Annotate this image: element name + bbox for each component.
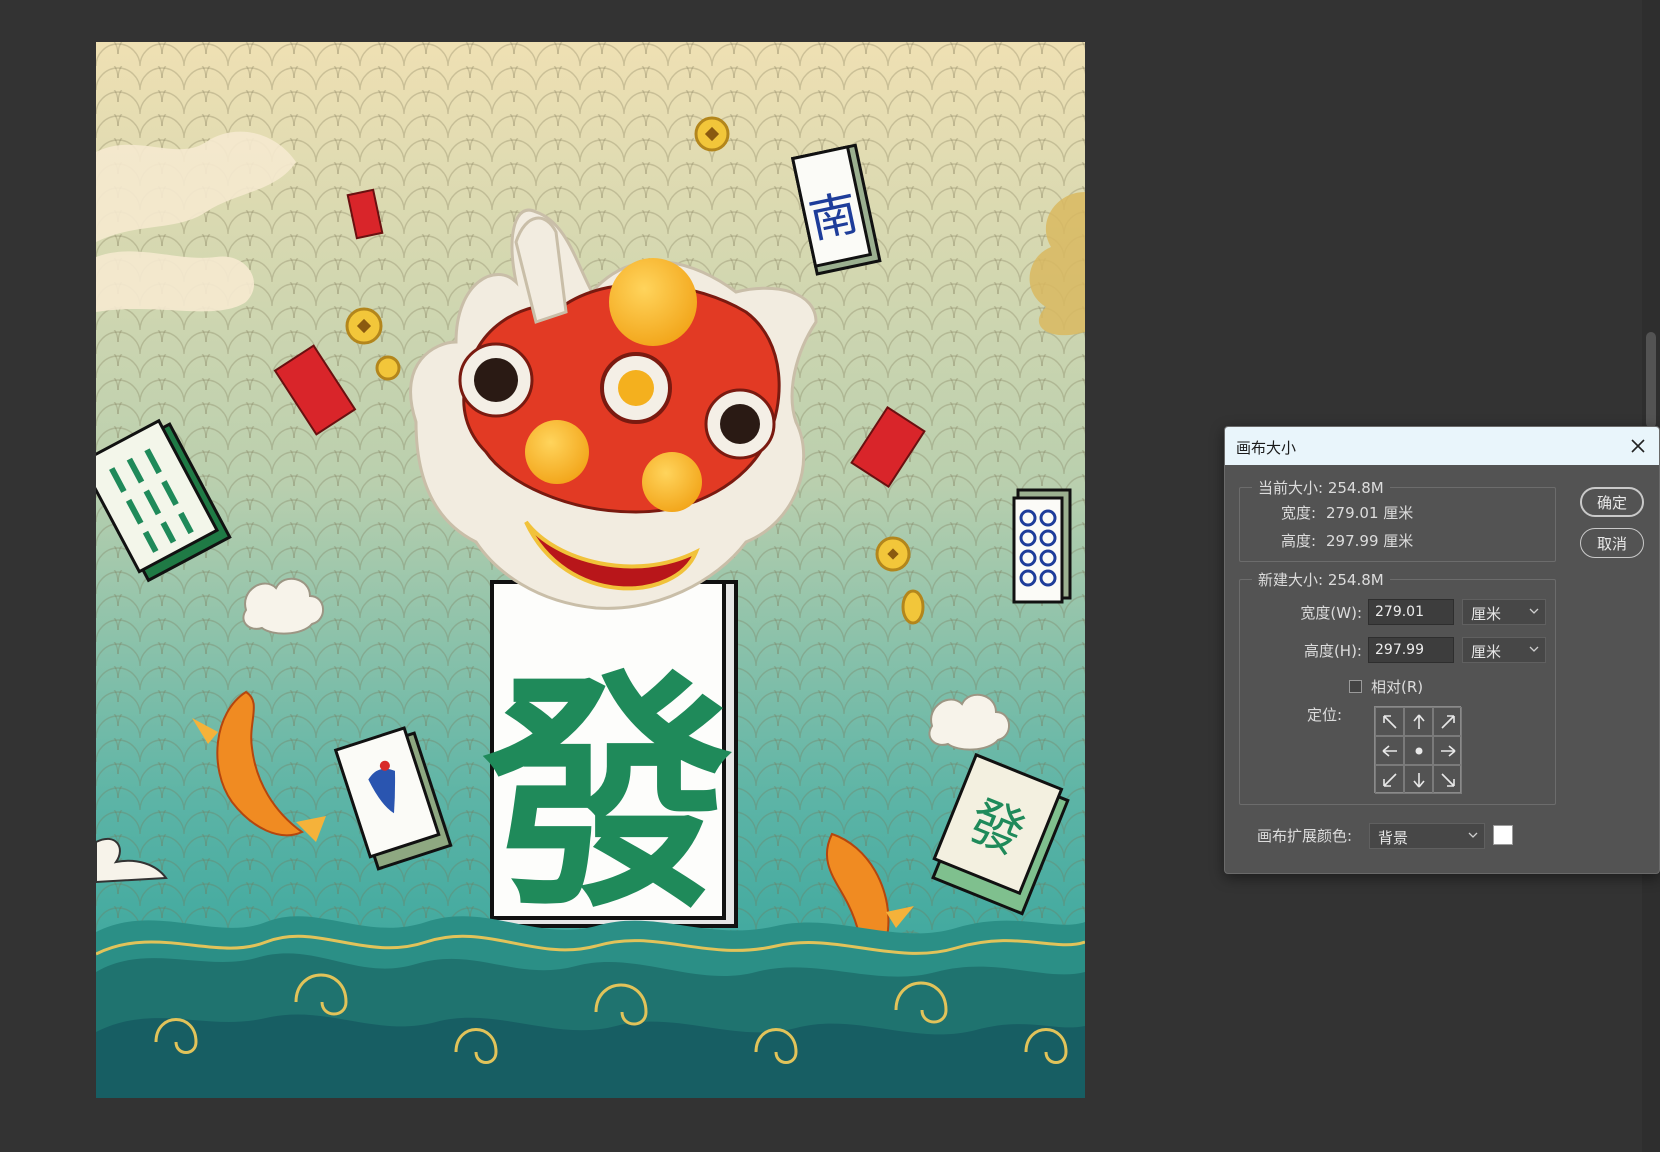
chevron-down-icon: [1468, 832, 1478, 838]
current-size-legend: 当前大小: 254.8M: [1252, 477, 1390, 498]
height-unit-value: 厘米: [1471, 643, 1502, 661]
anchor-center[interactable]: [1404, 736, 1433, 765]
arrow-left-icon: [1381, 744, 1397, 757]
current-height-row: 高度: 297.99 厘米: [1260, 530, 1413, 551]
tile-fa-center: 發: [482, 580, 738, 941]
width-input[interactable]: [1368, 599, 1454, 625]
dialog-titlebar[interactable]: 画布大小: [1225, 427, 1659, 465]
height-input[interactable]: [1368, 637, 1454, 663]
anchor-top-right[interactable]: [1433, 707, 1462, 736]
arrow-up-left-icon: [1382, 714, 1397, 729]
anchor-label: 定位:: [1306, 706, 1342, 724]
new-size-legend: 新建大小: 254.8M: [1252, 569, 1390, 590]
current-width-value: 279.01 厘米: [1326, 504, 1414, 522]
current-height-label: 高度:: [1280, 532, 1316, 550]
sea-waves: [96, 916, 1085, 1098]
relative-label[interactable]: 相对(R): [1371, 676, 1423, 697]
anchor-right[interactable]: [1433, 736, 1462, 765]
anchor-bottom-left[interactable]: [1375, 765, 1404, 794]
arrow-up-icon: [1412, 713, 1425, 729]
canvas-artwork: 南 發 發: [96, 42, 1085, 1098]
anchor-top[interactable]: [1404, 707, 1433, 736]
extension-color-swatch[interactable]: [1493, 825, 1513, 845]
extension-color-select[interactable]: 背景: [1369, 823, 1485, 849]
arrow-down-icon: [1412, 772, 1425, 788]
current-width-label: 宽度:: [1280, 504, 1316, 522]
arrow-down-right-icon: [1440, 772, 1455, 787]
dot-icon: [1415, 747, 1422, 754]
new-height-label: 高度(H):: [1303, 642, 1362, 660]
chevron-down-icon: [1529, 646, 1539, 652]
anchor-bottom-right[interactable]: [1433, 765, 1462, 794]
svg-text:發: 發: [482, 647, 733, 941]
current-width-row: 宽度: 279.01 厘米: [1260, 502, 1413, 523]
anchor-grid: [1374, 706, 1462, 794]
scrollbar-thumb[interactable]: [1646, 332, 1656, 428]
height-unit-select[interactable]: 厘米: [1462, 637, 1546, 663]
document-canvas[interactable]: 南 發 發: [96, 42, 1085, 1098]
arrow-down-left-icon: [1382, 772, 1397, 787]
tile-circles: [1012, 488, 1072, 604]
chevron-down-icon: [1529, 608, 1539, 614]
current-size-group: 当前大小: 254.8M 宽度: 279.01 厘米 高度: 297.99 厘米: [1239, 477, 1556, 562]
arrow-right-icon: [1440, 744, 1456, 757]
width-unit-value: 厘米: [1471, 605, 1502, 623]
width-unit-select[interactable]: 厘米: [1462, 599, 1546, 625]
extension-color-label: 画布扩展颜色:: [1257, 827, 1353, 845]
cancel-button[interactable]: 取消: [1580, 528, 1644, 558]
arrow-up-right-icon: [1440, 714, 1455, 729]
anchor-left[interactable]: [1375, 736, 1404, 765]
anchor-bottom[interactable]: [1404, 765, 1433, 794]
canvas-size-dialog: 画布大小 当前大小: 254.8M 宽度: 279.01 厘米 高度: 297.99…: [1224, 426, 1660, 874]
extension-color-value: 背景: [1378, 829, 1409, 847]
relative-checkbox[interactable]: [1349, 680, 1362, 693]
anchor-top-left[interactable]: [1375, 707, 1404, 736]
new-width-label: 宽度(W):: [1300, 604, 1362, 622]
close-button[interactable]: [1625, 433, 1651, 459]
ok-button[interactable]: 确定: [1580, 487, 1644, 517]
dialog-title: 画布大小: [1236, 439, 1297, 457]
close-icon: [1631, 439, 1645, 453]
current-height-value: 297.99 厘米: [1326, 532, 1414, 550]
